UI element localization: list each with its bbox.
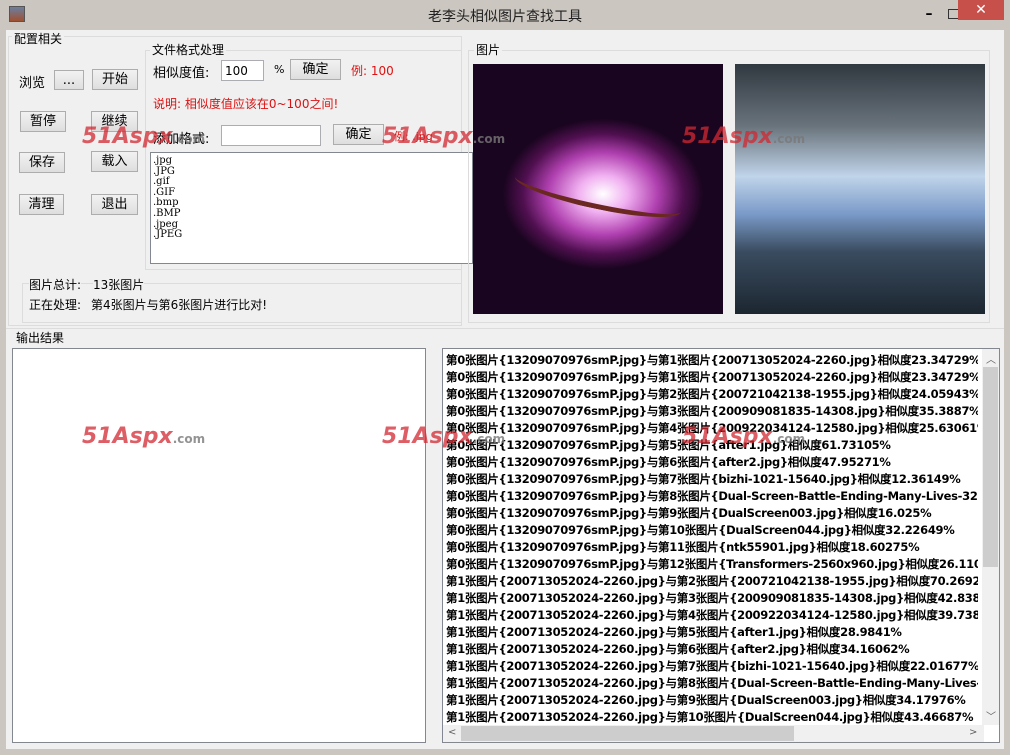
minimize-button[interactable]: –: [915, 6, 943, 24]
list-item[interactable]: .gif: [153, 177, 470, 188]
image-preview-galaxy: [473, 64, 723, 314]
scroll-up-icon[interactable]: ︿: [986, 351, 996, 366]
format-legend: 文件格式处理: [150, 41, 227, 58]
log-line: 第1张图片{200713052024-2260.jpg}与第6张图片{after…: [446, 642, 910, 656]
similarity-note: 说明: 相似度值应该在0~100之间!: [153, 97, 339, 111]
log-line: 第1张图片{200713052024-2260.jpg}与第8张图片{Dual-…: [446, 676, 978, 690]
log-line: 第1张图片{200713052024-2260.jpg}与第4张图片{20092…: [446, 608, 978, 622]
config-legend: 配置相关: [12, 30, 65, 47]
scroll-right-icon[interactable]: >: [969, 727, 977, 738]
log-line: 第0张图片{13209070976smP.jpg}与第8张图片{Dual-Scr…: [446, 489, 978, 503]
image-preview-iceberg: [735, 64, 985, 314]
processing-label: 正在处理:: [29, 298, 82, 312]
percent-label: %: [274, 63, 285, 76]
add-format-input[interactable]: [221, 125, 321, 146]
log-line: 第0张图片{13209070976smP.jpg}与第12张图片{Transfo…: [446, 557, 978, 571]
list-item[interactable]: .jpg: [153, 155, 470, 167]
horizontal-scrollbar[interactable]: < >: [443, 725, 984, 742]
list-item[interactable]: .GIF: [153, 187, 470, 199]
client-area: 配置相关 浏览 ... 开始 暂停 继续 保存 载入 清理 退出 文件格式处理 …: [6, 30, 1004, 749]
log-line: 第1张图片{200713052024-2260.jpg}与第3张图片{20090…: [446, 591, 978, 605]
start-button[interactable]: 开始: [92, 69, 138, 90]
log-line: 第0张图片{13209070976smP.jpg}与第9张图片{DualScre…: [446, 506, 932, 520]
exit-button[interactable]: 退出: [91, 194, 138, 215]
log-line: 第0张图片{13209070976smP.jpg}与第4张图片{20092203…: [446, 421, 978, 435]
log-line: 第0张图片{13209070976smP.jpg}与第6张图片{after2.j…: [446, 455, 891, 469]
add-format-confirm-button[interactable]: 确定: [333, 124, 384, 145]
output-left-panel[interactable]: [12, 348, 426, 743]
list-item[interactable]: .JPG: [153, 166, 470, 178]
close-button[interactable]: ✕: [958, 0, 1004, 20]
log-line: 第0张图片{13209070976smP.jpg}与第1张图片{20071305…: [446, 370, 978, 384]
scroll-left-icon[interactable]: <: [448, 727, 456, 738]
list-item[interactable]: .bmp: [153, 198, 470, 209]
browse-button[interactable]: ...: [54, 70, 84, 90]
log-line: 第0张图片{13209070976smP.jpg}与第2张图片{20072104…: [446, 387, 978, 401]
horizontal-scroll-thumb[interactable]: [461, 726, 794, 741]
vertical-scroll-thumb[interactable]: [983, 367, 998, 567]
add-format-label: 添加格式:: [153, 132, 210, 147]
log-line: 第0张图片{13209070976smP.jpg}与第7张图片{bizhi-10…: [446, 472, 961, 486]
format-list[interactable]: .jpg .JPG .gif .GIF .bmp .BMP .jpeg .JPE…: [150, 152, 473, 264]
list-item[interactable]: .jpeg: [153, 219, 470, 231]
scroll-down-icon[interactable]: ﹀: [986, 708, 996, 723]
log-line: 第0张图片{13209070976smP.jpg}与第11张图片{ntk5590…: [446, 540, 920, 554]
similarity-input[interactable]: [221, 60, 264, 81]
log-line: 第0张图片{13209070976smP.jpg}与第1张图片{20071305…: [446, 353, 978, 367]
log-line: 第0张图片{13209070976smP.jpg}与第3张图片{20090908…: [446, 404, 978, 418]
output-log-panel[interactable]: 第0张图片{13209070976smP.jpg}与第1张图片{20071305…: [442, 348, 1000, 743]
log-line: 第1张图片{200713052024-2260.jpg}与第7张图片{bizhi…: [446, 659, 978, 673]
log-line: 第1张图片{200713052024-2260.jpg}与第5张图片{after…: [446, 625, 902, 639]
log-line: 第0张图片{13209070976smP.jpg}与第10张图片{DualScr…: [446, 523, 955, 537]
resume-button[interactable]: 继续: [91, 111, 138, 132]
title-bar: 老李头相似图片查找工具 – ✕: [0, 0, 1010, 30]
list-item[interactable]: .JPEG: [153, 230, 470, 241]
add-format-example: 例: .jpg: [394, 130, 433, 143]
list-item[interactable]: .BMP: [153, 208, 470, 220]
images-legend: 图片: [474, 41, 503, 58]
similarity-confirm-button[interactable]: 确定: [290, 59, 341, 80]
window-title: 老李头相似图片查找工具: [428, 9, 582, 25]
save-button[interactable]: 保存: [19, 152, 65, 173]
clear-button[interactable]: 清理: [19, 194, 64, 215]
vertical-scrollbar[interactable]: ︿ ﹀: [982, 349, 999, 725]
output-legend: 输出结果: [14, 329, 67, 346]
output-log: 第0张图片{13209070976smP.jpg}与第1张图片{20071305…: [446, 352, 978, 724]
pause-button[interactable]: 暂停: [20, 111, 66, 132]
load-button[interactable]: 载入: [91, 151, 138, 172]
similarity-example: 例: 100: [351, 64, 394, 78]
log-line: 第1张图片{200713052024-2260.jpg}与第10张图片{Dual…: [446, 710, 974, 724]
total-value: 13张图片: [93, 276, 145, 293]
processing-value: 第4张图片与第6张图片进行比对!: [91, 298, 268, 312]
log-line: 第1张图片{200713052024-2260.jpg}与第2张图片{20072…: [446, 574, 978, 588]
total-label: 图片总计:: [29, 276, 82, 293]
browse-label: 浏览: [19, 76, 46, 91]
log-line: 第1张图片{200713052024-2260.jpg}与第9张图片{DualS…: [446, 693, 966, 707]
log-line: 第0张图片{13209070976smP.jpg}与第5张图片{after1.j…: [446, 438, 891, 452]
similarity-label: 相似度值:: [153, 66, 210, 81]
